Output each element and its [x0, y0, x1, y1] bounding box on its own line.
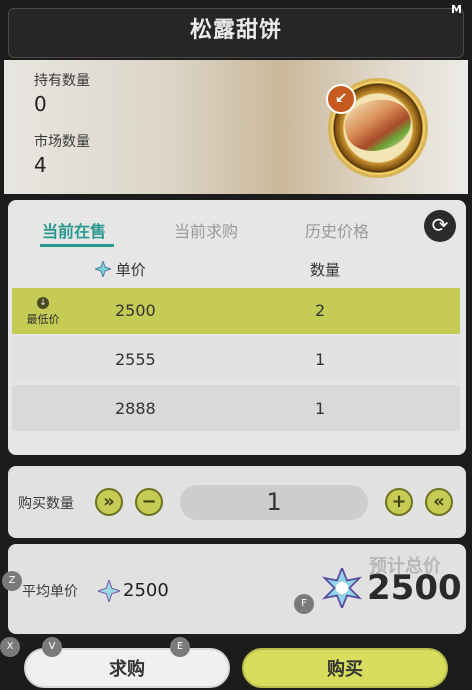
hotkey-v: V: [42, 637, 62, 657]
refresh-icon: ⟳: [431, 213, 449, 237]
owned-value: 0: [34, 92, 47, 116]
tab-current-sales[interactable]: 当前在售: [42, 218, 106, 242]
price-header-label: 单价: [115, 261, 146, 279]
table-row[interactable]: [12, 288, 460, 334]
quantity-input[interactable]: 1: [180, 485, 368, 520]
owned-label: 持有数量: [34, 73, 90, 89]
quantity-label: 购买数量: [18, 496, 74, 512]
minus-icon: −: [141, 491, 157, 512]
quantity-column-header: 数量: [310, 261, 341, 279]
tab-active-indicator: [40, 244, 114, 247]
row-price: 2500: [115, 301, 156, 320]
avg-price-value: 2500: [123, 580, 169, 601]
table-row[interactable]: [12, 336, 460, 382]
download-icon: ↓: [37, 297, 49, 309]
min-quantity-button[interactable]: »: [95, 488, 123, 516]
arrow-badge-icon: ↙: [326, 84, 356, 114]
hotkey-x: X: [0, 637, 20, 657]
window-title: 松露甜饼: [189, 18, 282, 43]
row-quantity: 2: [315, 301, 326, 320]
tab-current-requests[interactable]: 当前求购: [174, 218, 238, 242]
row-quantity: 1: [315, 399, 326, 418]
market-label: 市场数量: [34, 134, 90, 150]
hotkey-z: Z: [2, 571, 22, 591]
max-quantity-button[interactable]: «: [425, 488, 453, 516]
refresh-button[interactable]: ⟳: [424, 210, 456, 242]
row-quantity: 1: [315, 350, 326, 369]
hotkey-e: E: [170, 637, 190, 657]
double-chevron-up-icon: «: [433, 491, 445, 512]
hotkey-f: F: [294, 594, 314, 614]
crystal-icon: [95, 261, 111, 277]
table-row[interactable]: [12, 385, 460, 431]
market-value: 4: [34, 153, 47, 177]
tab-price-history[interactable]: 历史价格: [305, 218, 369, 242]
price-column-header: 单价: [95, 259, 146, 280]
double-chevron-down-icon: »: [103, 491, 115, 512]
decrease-button[interactable]: −: [135, 488, 163, 516]
avg-price-label: 平均单价: [22, 584, 78, 600]
close-hotkey[interactable]: M: [451, 3, 462, 16]
lowest-price-badge: 最低价: [26, 313, 60, 326]
row-price: 2888: [115, 399, 156, 418]
plus-icon: +: [391, 491, 407, 512]
row-price: 2555: [115, 350, 156, 369]
buy-button[interactable]: 购买: [242, 648, 448, 688]
crystal-icon: [322, 568, 362, 608]
total-price-value: 2500: [367, 568, 462, 608]
crystal-icon: [98, 580, 120, 602]
increase-button[interactable]: +: [385, 488, 413, 516]
